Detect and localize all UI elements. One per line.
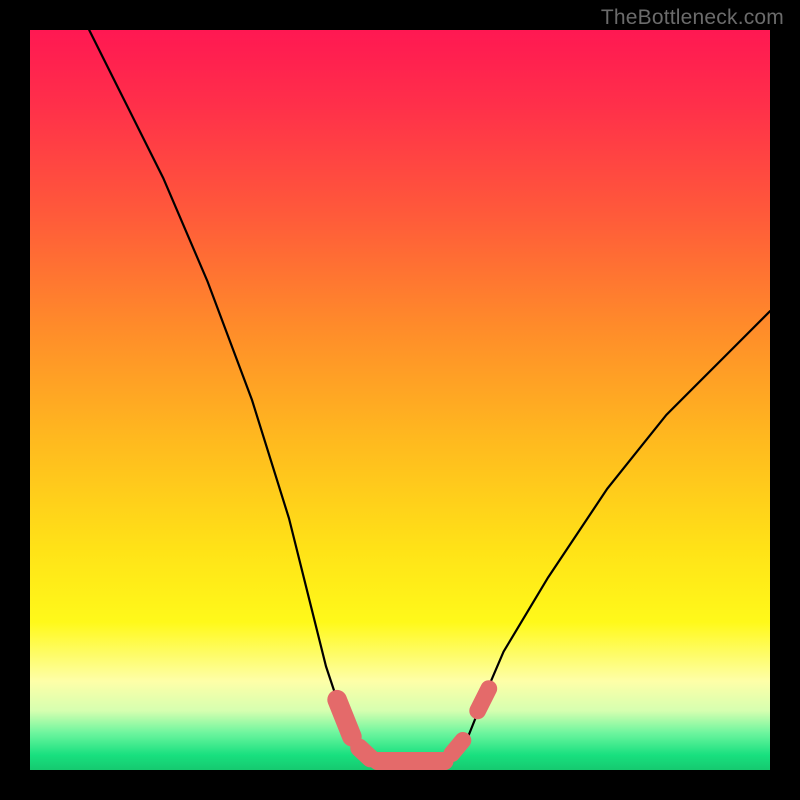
marker-segment-e — [478, 689, 489, 711]
marker-group — [337, 689, 489, 762]
plot-area — [30, 30, 770, 770]
marker-segment-d — [452, 740, 463, 753]
bottleneck-curve — [89, 30, 770, 763]
marker-segment-b — [359, 748, 370, 758]
watermark-text: TheBottleneck.com — [601, 6, 784, 30]
chart-frame: TheBottleneck.com — [0, 0, 800, 800]
curve-svg — [30, 30, 770, 770]
marker-segment-a — [337, 700, 352, 737]
